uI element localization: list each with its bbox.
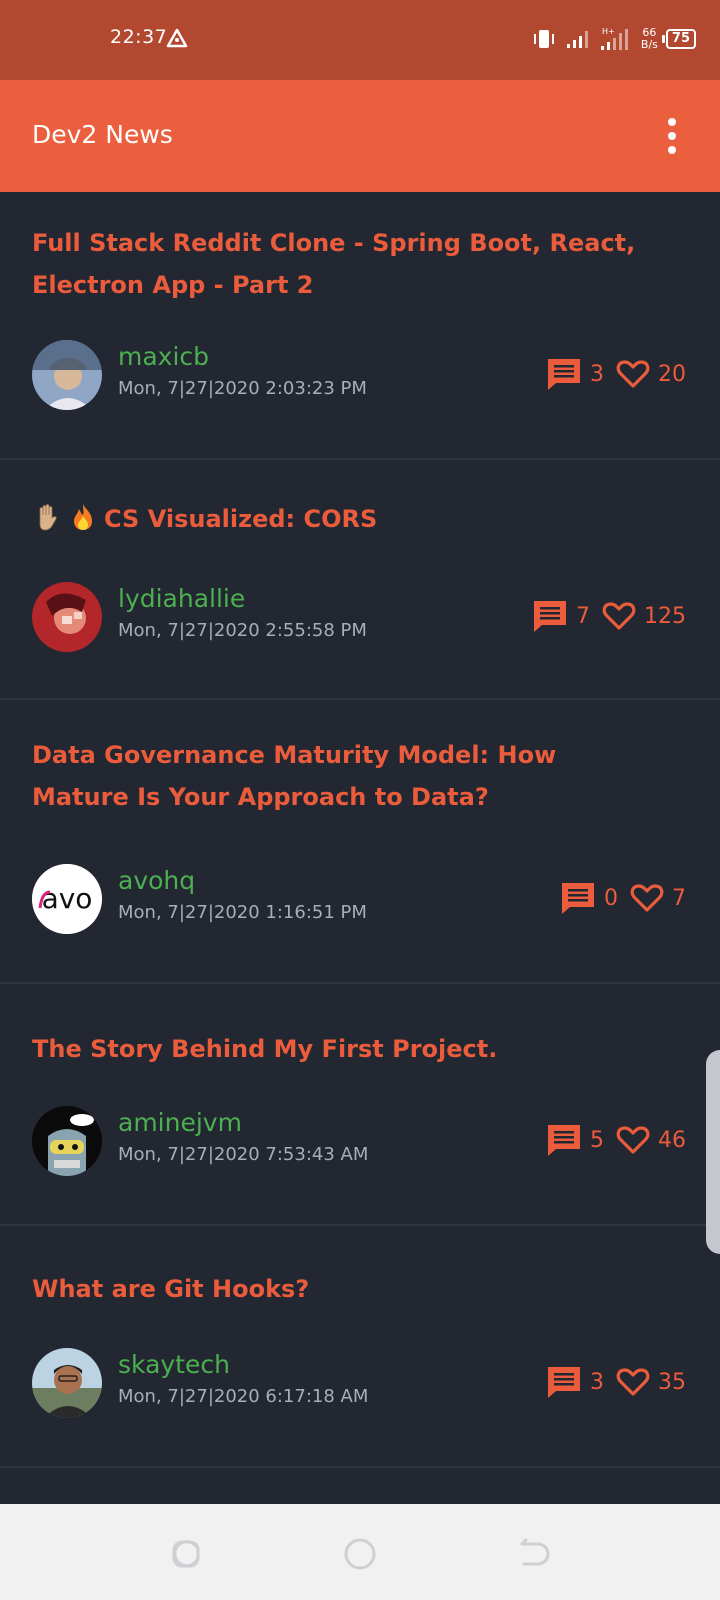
status-time: 22:37 [110, 26, 168, 48]
comment-count: 5 [590, 1127, 604, 1153]
raised-hand-icon [39, 504, 57, 531]
system-nav-bar [0, 1504, 720, 1600]
scrollbar-handle[interactable] [706, 1050, 720, 1254]
post-card[interactable]: What are Git Hooks? skaytech Mon, 7|27|2… [0, 1226, 720, 1468]
avatar-image: avo [32, 864, 102, 934]
post-card[interactable]: Full Stack Reddit Clone - Spring Boot, R… [0, 192, 720, 460]
post-stats: 5 46 [546, 1120, 686, 1160]
avatar-image [32, 1348, 102, 1418]
post-stats: 7 125 [532, 596, 686, 636]
avatar-logo-text: avo [42, 882, 93, 915]
post-date: Mon, 7|27|2020 7:53:43 AM [118, 1144, 369, 1165]
post-stats: 3 20 [546, 354, 686, 394]
comment-icon[interactable] [546, 1365, 582, 1399]
back-icon[interactable] [514, 1534, 554, 1574]
post-title[interactable]: The Story Behind My First Project. [32, 1028, 650, 1070]
comment-icon[interactable] [532, 599, 568, 633]
post-author[interactable]: maxicb [118, 342, 209, 371]
post-title[interactable]: CS Visualized: CORS [104, 505, 377, 533]
post-title[interactable]: What are Git Hooks? [32, 1268, 650, 1310]
like-count: 35 [658, 1369, 686, 1395]
post-card[interactable]: CS Visualized: CORS lydiahallie Mon, 7|2… [0, 460, 720, 700]
post-title-row[interactable]: CS Visualized: CORS [32, 498, 650, 540]
status-bar: 22:37 H+ 66 B/s 75 [0, 0, 720, 80]
like-count: 125 [644, 603, 686, 629]
signal-icon [566, 31, 588, 48]
vibrate-icon [533, 30, 554, 48]
post-date: Mon, 7|27|2020 1:16:51 PM [118, 902, 367, 923]
app-title: Dev2 News [32, 120, 173, 149]
heart-icon[interactable] [602, 601, 636, 631]
heart-icon[interactable] [616, 1125, 650, 1155]
avatar[interactable] [32, 340, 102, 410]
avatar[interactable] [32, 582, 102, 652]
post-author[interactable]: avohq [118, 866, 195, 895]
comment-icon[interactable] [560, 881, 596, 915]
post-author[interactable]: skaytech [118, 1350, 230, 1379]
signal-hplus-icon: H+ [600, 27, 628, 50]
post-feed: Full Stack Reddit Clone - Spring Boot, R… [0, 192, 720, 1468]
post-author[interactable]: aminejvm [118, 1108, 242, 1137]
post-date: Mon, 7|27|2020 6:17:18 AM [118, 1386, 369, 1407]
avatar-image [32, 1106, 102, 1176]
comment-count: 3 [590, 1369, 604, 1395]
avatar[interactable]: avo [32, 864, 102, 934]
comment-icon[interactable] [546, 1123, 582, 1157]
triangle-icon [166, 28, 188, 48]
home-icon[interactable] [340, 1534, 380, 1574]
like-count: 20 [658, 361, 686, 387]
post-card[interactable]: The Story Behind My First Project. amine… [0, 984, 720, 1226]
signal-hplus-label: H+ [602, 27, 615, 36]
heart-icon[interactable] [616, 1367, 650, 1397]
post-author[interactable]: lydiahallie [118, 584, 245, 613]
more-options-icon[interactable] [662, 116, 682, 156]
like-count: 46 [658, 1127, 686, 1153]
post-stats: 3 35 [546, 1362, 686, 1402]
battery-icon: 75 [661, 29, 696, 49]
like-count: 7 [672, 885, 686, 911]
post-card[interactable]: Data Governance Maturity Model: How Matu… [0, 700, 720, 984]
comment-icon[interactable] [546, 357, 582, 391]
comment-count: 3 [590, 361, 604, 387]
post-date: Mon, 7|27|2020 2:03:23 PM [118, 378, 367, 399]
post-date: Mon, 7|27|2020 2:55:58 PM [118, 620, 367, 641]
post-title[interactable]: Data Governance Maturity Model: How Matu… [32, 734, 650, 818]
comment-count: 7 [576, 603, 590, 629]
battery-level: 75 [671, 31, 690, 46]
avatar-image [32, 582, 102, 652]
app-bar: Dev2 News [0, 80, 720, 192]
status-icons: H+ 66 B/s 75 [531, 24, 696, 54]
post-title[interactable]: Full Stack Reddit Clone - Spring Boot, R… [32, 222, 650, 306]
avatar-image [32, 340, 102, 410]
net-speed-unit: B/s [640, 38, 658, 51]
comment-count: 0 [604, 885, 618, 911]
avatar[interactable] [32, 1348, 102, 1418]
avatar[interactable] [32, 1106, 102, 1176]
heart-icon[interactable] [616, 359, 650, 389]
fire-icon [74, 504, 92, 530]
net-speed: 66 B/s [641, 27, 658, 51]
post-stats: 0 7 [560, 878, 686, 918]
heart-icon[interactable] [630, 883, 664, 913]
recents-icon[interactable] [166, 1534, 206, 1574]
